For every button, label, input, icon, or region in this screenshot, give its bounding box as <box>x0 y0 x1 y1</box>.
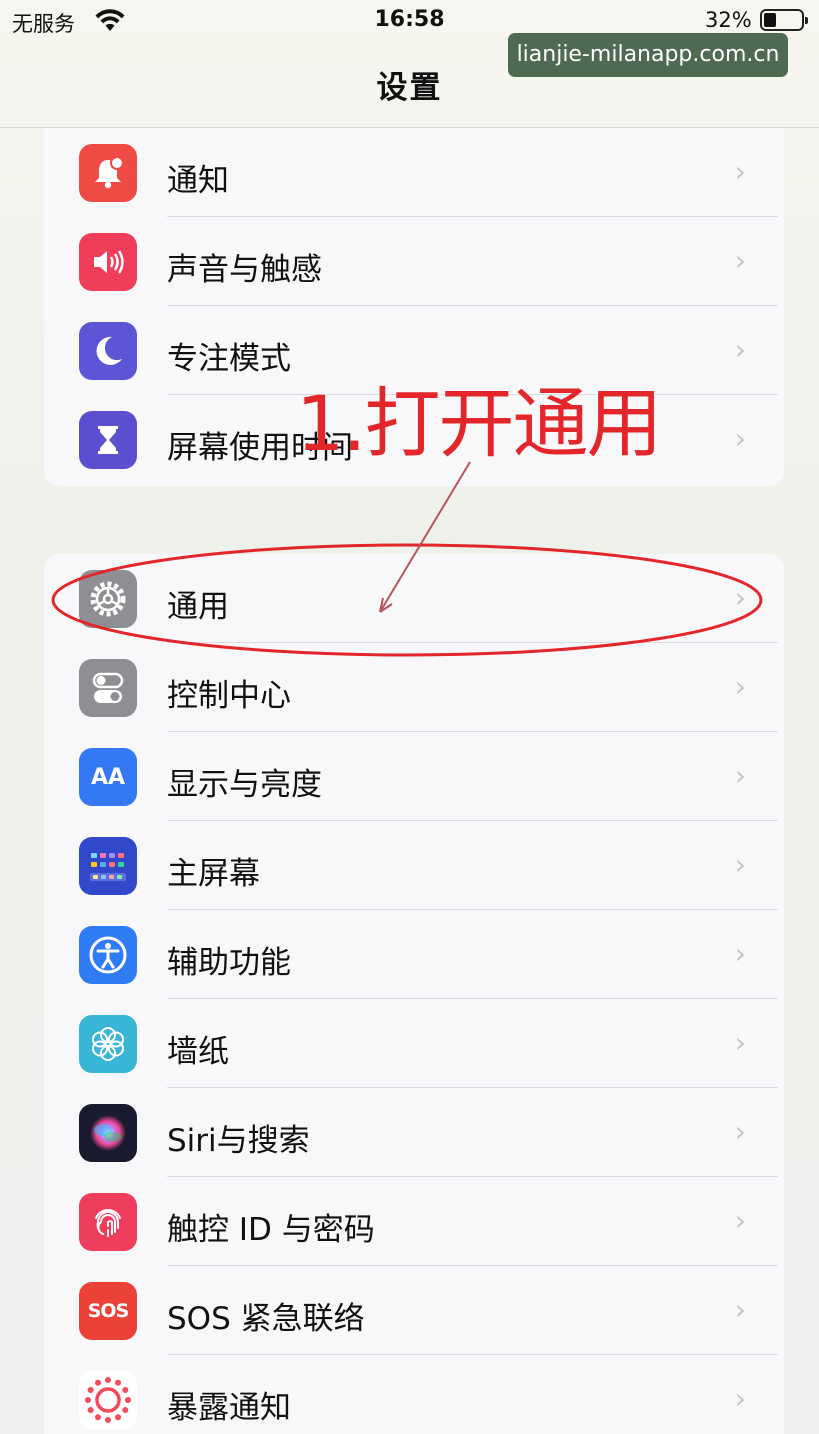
bell-icon <box>79 144 137 202</box>
exposure-icon <box>79 1371 137 1429</box>
settings-row-sos[interactable]: SOS SOS 紧急联络 › <box>44 1266 784 1355</box>
row-label: 墙纸 <box>167 1034 229 1070</box>
chevron-right-icon: › <box>734 581 746 614</box>
settings-row-notifications[interactable]: 通知 › <box>44 128 784 217</box>
home-grid-icon <box>79 837 137 895</box>
settings-row-wallpaper[interactable]: 墙纸 › <box>44 999 784 1088</box>
row-label: SOS 紧急联络 <box>167 1301 365 1337</box>
row-label: 显示与亮度 <box>167 767 322 803</box>
battery-percent: 32% <box>705 8 752 32</box>
row-label: 通用 <box>167 589 229 625</box>
fingerprint-icon <box>79 1193 137 1251</box>
row-label: 专注模式 <box>167 341 291 377</box>
settings-group-2: 通用 › 控制中心 › AA 显示与亮度 › 主屏幕 › 辅助功能 › 墙纸 ›… <box>44 554 784 1434</box>
accessibility-icon <box>79 926 137 984</box>
siri-icon <box>79 1104 137 1162</box>
settings-row-home-screen[interactable]: 主屏幕 › <box>44 821 784 910</box>
row-label: 控制中心 <box>167 678 291 714</box>
annotation-label: 1.打开通用 <box>296 379 663 468</box>
row-label: Siri与搜索 <box>167 1123 310 1159</box>
chevron-right-icon: › <box>734 1293 746 1326</box>
settings-row-siri[interactable]: Siri与搜索 › <box>44 1088 784 1177</box>
chevron-right-icon: › <box>734 244 746 277</box>
flower-icon <box>79 1015 137 1073</box>
clock: 16:58 <box>374 7 445 32</box>
speaker-icon <box>79 233 137 291</box>
chevron-right-icon: › <box>734 422 746 455</box>
settings-row-general[interactable]: 通用 › <box>44 554 784 643</box>
gear-icon <box>79 570 137 628</box>
settings-row-sounds[interactable]: 声音与触感 › <box>44 217 784 306</box>
settings-row-touch-id[interactable]: 触控 ID 与密码 › <box>44 1177 784 1266</box>
battery-icon <box>760 9 808 31</box>
chevron-right-icon: › <box>734 848 746 881</box>
chevron-right-icon: › <box>734 759 746 792</box>
settings-row-exposure[interactable]: 暴露通知 › <box>44 1355 784 1434</box>
row-label: 通知 <box>167 163 229 199</box>
settings-screen: 无服务 16:58 32% 设置 lianjie-milanapp.com.cn… <box>0 0 819 1434</box>
chevron-right-icon: › <box>734 1204 746 1237</box>
row-label: 主屏幕 <box>167 856 260 892</box>
chevron-right-icon: › <box>734 333 746 366</box>
row-label: 辅助功能 <box>167 945 291 981</box>
chevron-right-icon: › <box>734 937 746 970</box>
settings-row-control-center[interactable]: 控制中心 › <box>44 643 784 732</box>
hourglass-icon <box>79 411 137 469</box>
chevron-right-icon: › <box>734 1026 746 1059</box>
chevron-right-icon: › <box>734 670 746 703</box>
row-label: 触控 ID 与密码 <box>167 1212 375 1248</box>
settings-row-accessibility[interactable]: 辅助功能 › <box>44 910 784 999</box>
chevron-right-icon: › <box>734 1115 746 1148</box>
row-label: 声音与触感 <box>167 252 322 288</box>
chevron-right-icon: › <box>734 1382 746 1415</box>
watermark-badge: lianjie-milanapp.com.cn <box>508 33 788 77</box>
sos-icon: SOS <box>79 1282 137 1340</box>
chevron-right-icon: › <box>734 155 746 188</box>
row-label: 暴露通知 <box>167 1390 291 1426</box>
settings-row-display[interactable]: AA 显示与亮度 › <box>44 732 784 821</box>
toggle-icon <box>79 659 137 717</box>
moon-icon <box>79 322 137 380</box>
text-size-icon: AA <box>79 748 137 806</box>
